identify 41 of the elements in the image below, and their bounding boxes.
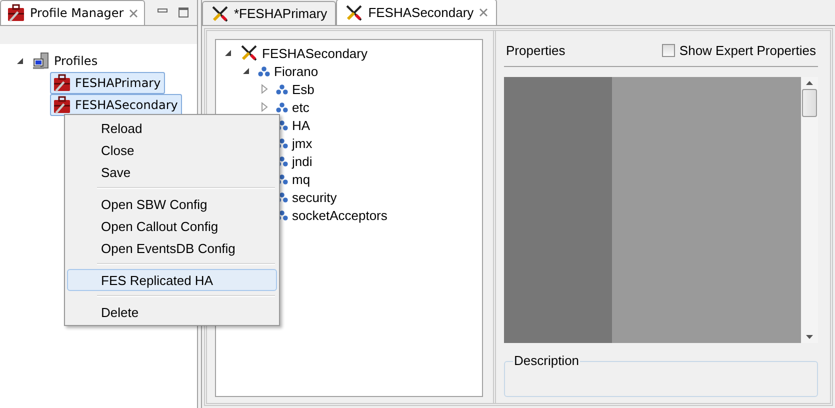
close-icon[interactable]	[478, 8, 488, 17]
menu-item[interactable]: Open EventsDB Config	[67, 237, 277, 259]
menu-item[interactable]: Close	[67, 139, 277, 161]
menu-item[interactable]: Delete	[67, 301, 277, 323]
nodes-icon	[258, 66, 270, 76]
tree-item[interactable]: HA	[292, 118, 310, 132]
properties-title: Properties	[506, 43, 566, 58]
tree-item[interactable]: socketAcceptors	[292, 208, 388, 222]
toolbox-icon	[53, 74, 71, 92]
tree-item[interactable]: mq	[292, 172, 310, 186]
computer-icon	[32, 52, 50, 70]
tree-item[interactable]: security	[292, 190, 337, 204]
tools-icon	[345, 4, 364, 22]
show-expert-checkbox[interactable]: Show Expert Properties	[662, 43, 816, 58]
nodes-icon	[276, 84, 288, 94]
scroll-up-icon[interactable]	[806, 81, 813, 85]
close-icon[interactable]	[128, 8, 138, 18]
tools-icon	[240, 44, 258, 62]
toolbox-icon	[53, 96, 71, 114]
menu-item[interactable]: Open SBW Config	[67, 193, 277, 215]
scroll-down-icon[interactable]	[806, 335, 813, 339]
tools-icon	[211, 4, 229, 22]
tree-item[interactable]: FESHASecondary	[262, 46, 368, 60]
menu-item[interactable]: Reload	[67, 117, 277, 139]
nodes-icon	[276, 102, 288, 112]
maximize-icon[interactable]	[178, 7, 189, 18]
tree-item[interactable]: Fiorano	[274, 64, 318, 78]
editor-tab[interactable]: *FESHAPrimary	[202, 1, 336, 25]
scroll-thumb[interactable]	[802, 89, 817, 117]
tree-item[interactable]: Esb	[292, 82, 314, 96]
tree-item[interactable]: etc	[292, 100, 310, 114]
toolbox-icon	[7, 4, 25, 22]
editor-tab[interactable]: FESHASecondary	[336, 0, 497, 25]
view-tab[interactable]: Profile Manager	[0, 0, 145, 25]
tree-item[interactable]: Profiles	[54, 54, 98, 68]
tree-item[interactable]: jmx	[292, 136, 312, 150]
menu-item[interactable]: Open Callout Config	[67, 215, 277, 237]
menu-item[interactable]: FES Replicated HA	[67, 269, 277, 291]
menu-item[interactable]: Save	[67, 161, 277, 183]
description-label: Description	[513, 353, 580, 368]
tree-item[interactable]: jndi	[292, 154, 312, 168]
